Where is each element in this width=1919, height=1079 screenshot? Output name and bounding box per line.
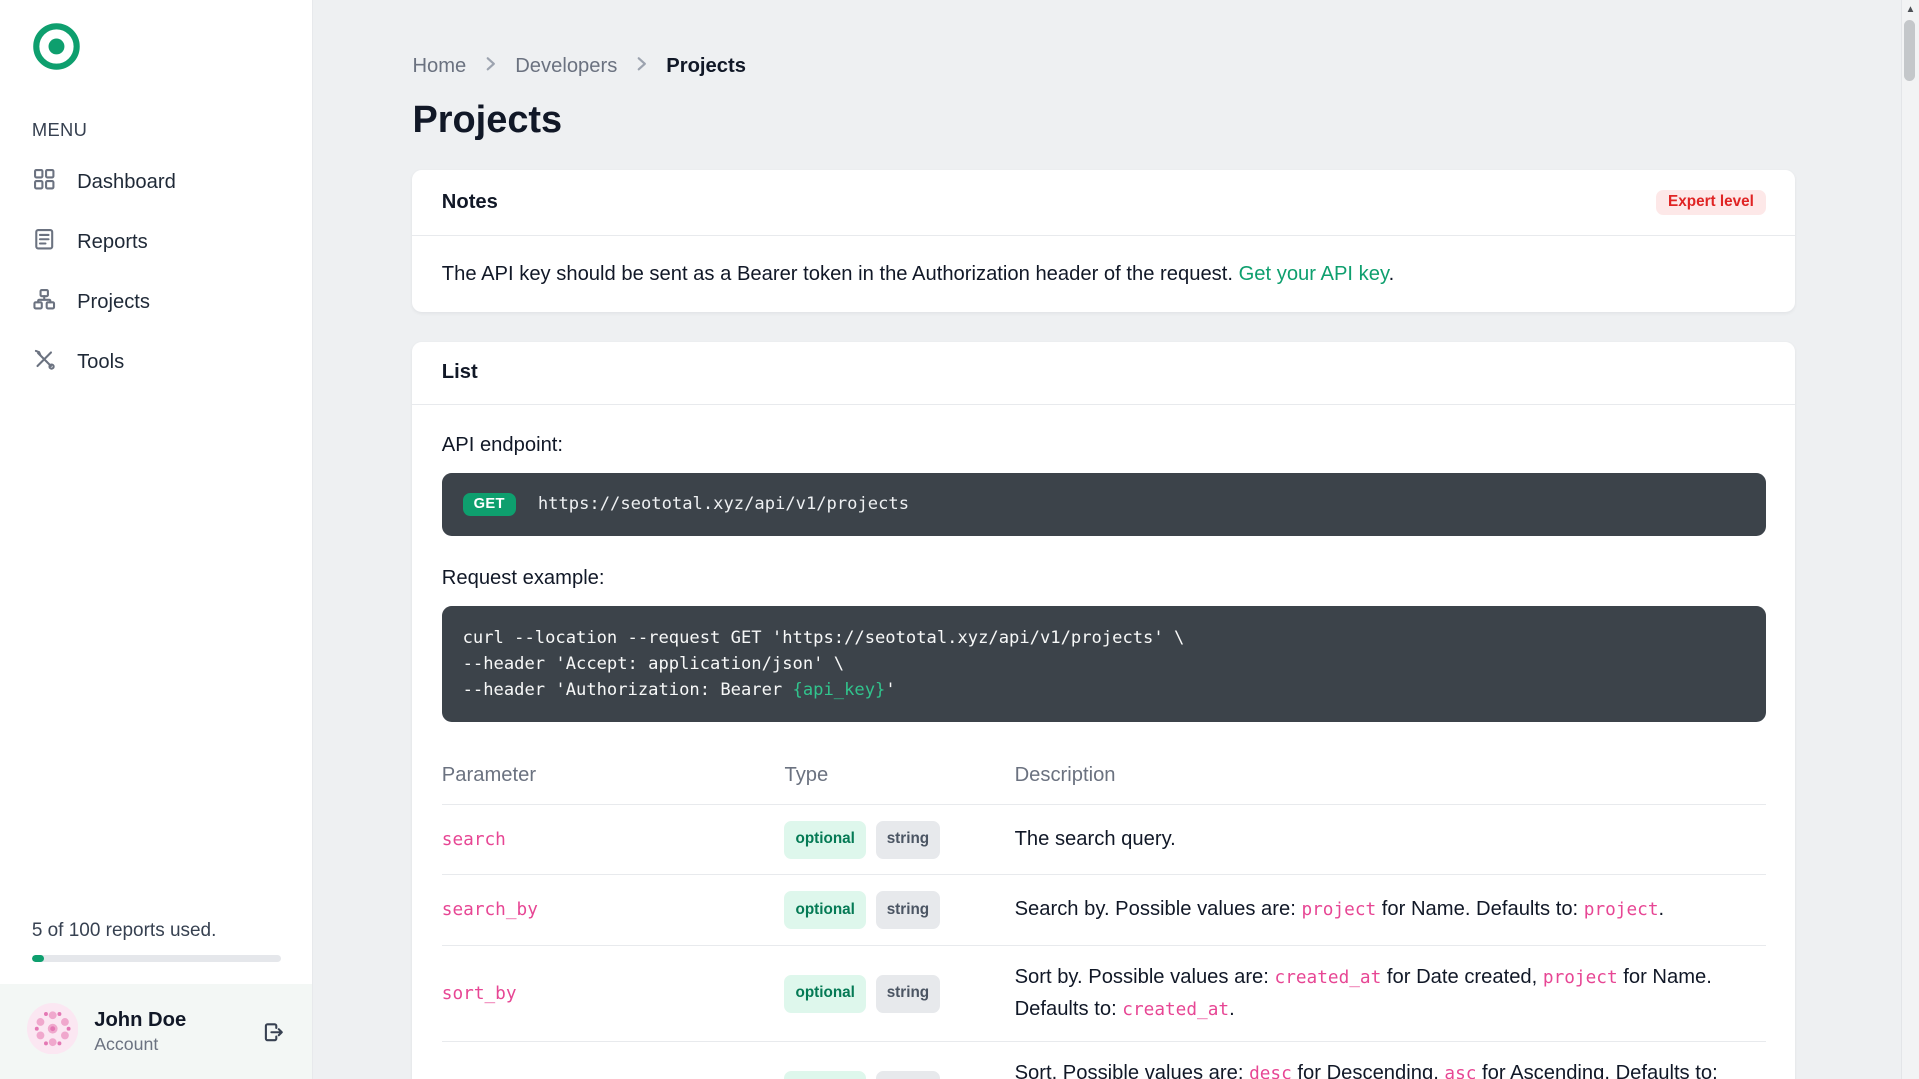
menu-label: MENU bbox=[31, 118, 88, 140]
user-name: John Doe bbox=[94, 1008, 187, 1031]
sidebar-bottom: 5 of 100 reports used. John Doe Account bbox=[0, 920, 313, 1079]
string-badge: string bbox=[875, 891, 941, 930]
sidebar-item-label: Tools bbox=[77, 350, 125, 373]
list-card: List API endpoint: GET https://seototal.… bbox=[412, 341, 1796, 1079]
get-api-key-link[interactable]: Get your API key bbox=[1239, 263, 1389, 285]
avatar bbox=[26, 1003, 79, 1060]
main-content: Home Developers Projects Projects Notes … bbox=[315, 0, 1902, 1079]
scrollbar-thumb[interactable] bbox=[1904, 19, 1916, 81]
usage-text: 5 of 100 reports used. bbox=[31, 920, 217, 942]
app-logo[interactable] bbox=[0, 0, 312, 77]
usage-progress-track bbox=[31, 954, 281, 962]
param-description: Sort. Possible values are: desc for Desc… bbox=[1014, 1041, 1767, 1079]
param-description: Search by. Possible values are: project … bbox=[1014, 874, 1767, 947]
param-row: search optional string The search query. bbox=[441, 804, 1767, 876]
notes-body: The API key should be sent as a Bearer t… bbox=[441, 262, 1395, 285]
string-badge: string bbox=[875, 820, 941, 859]
notes-card: Notes Expert level The API key should be… bbox=[412, 170, 1796, 313]
code-line: curl --location --request GET 'https://s… bbox=[462, 627, 1185, 648]
sidebar-item-reports[interactable]: Reports bbox=[0, 213, 312, 273]
list-card-title: List bbox=[441, 361, 478, 384]
page-title: Projects bbox=[412, 99, 563, 141]
param-description: The search query. bbox=[1014, 804, 1767, 876]
reports-usage: 5 of 100 reports used. bbox=[0, 920, 312, 984]
col-type: Type bbox=[784, 751, 1015, 805]
param-row: sort_by optional string Sort by. Possible v… bbox=[441, 945, 1767, 1043]
app-root: MENU Dashboard Reports Projects Tools 5 … bbox=[0, 0, 1919, 1079]
sidebar-item-projects[interactable]: Projects bbox=[0, 272, 312, 332]
string-badge: string bbox=[875, 1070, 941, 1079]
params-table: Parameter Type Description search optiona… bbox=[441, 751, 1767, 1079]
breadcrumb-home[interactable]: Home bbox=[412, 55, 466, 78]
expert-level-badge: Expert level bbox=[1655, 189, 1767, 216]
sidebar-item-tools[interactable]: Tools bbox=[0, 332, 312, 392]
sitemap-icon bbox=[32, 287, 56, 317]
endpoint-url: https://seototal.xyz/api/v1/projects bbox=[537, 494, 910, 515]
param-row: search_by optional string Search by. Possib… bbox=[441, 874, 1767, 947]
param-name: search bbox=[441, 829, 506, 850]
chevron-right-icon bbox=[632, 54, 652, 80]
param-row: sortoptionalstringSort. Possible values … bbox=[441, 1041, 1767, 1079]
user-subtitle: Account bbox=[94, 1033, 159, 1054]
sidebar-nav: Dashboard Reports Projects Tools bbox=[0, 153, 312, 392]
col-description: Description bbox=[1014, 751, 1767, 805]
breadcrumb-current: Projects bbox=[666, 55, 746, 78]
request-example-label: Request example: bbox=[441, 567, 605, 590]
code-line: --header 'Authorization: Bearer {api_key… bbox=[462, 680, 896, 701]
optional-badge: optional bbox=[784, 820, 866, 859]
params-table-body: search optional string The search query. sea… bbox=[441, 804, 1767, 1079]
sidebar-item-dashboard[interactable]: Dashboard bbox=[0, 153, 312, 213]
optional-badge: optional bbox=[784, 891, 866, 930]
endpoint-code-block: GET https://seototal.xyz/api/v1/projects bbox=[441, 473, 1767, 536]
scrollbar-up-arrow[interactable]: ▲ bbox=[1902, 4, 1919, 15]
param-name: search_by bbox=[441, 900, 538, 921]
string-badge: string bbox=[875, 974, 941, 1013]
http-method-badge: GET bbox=[462, 492, 516, 517]
breadcrumb-developers[interactable]: Developers bbox=[515, 55, 617, 78]
optional-badge: optional bbox=[784, 974, 866, 1013]
param-description: Sort by. Possible values are: created_at… bbox=[1014, 945, 1767, 1043]
optional-badge: optional bbox=[784, 1070, 866, 1079]
code-line: --header 'Accept: application/json' \ bbox=[462, 654, 845, 675]
params-table-header: Parameter Type Description bbox=[441, 751, 1767, 805]
sidebar-item-label: Dashboard bbox=[77, 171, 176, 194]
logout-icon[interactable] bbox=[261, 1020, 285, 1044]
account-card[interactable]: John Doe Account bbox=[0, 984, 313, 1079]
param-name: sort_by bbox=[441, 983, 517, 1004]
scrollbar[interactable]: ▲ bbox=[1900, 0, 1919, 1079]
col-parameter: Parameter bbox=[441, 751, 785, 805]
curl-code: curl --location --request GET 'https://s… bbox=[441, 606, 1767, 722]
breadcrumb: Home Developers Projects bbox=[412, 54, 1795, 80]
notes-text: The API key should be sent as a Bearer t… bbox=[441, 262, 1239, 285]
sidebar: MENU Dashboard Reports Projects Tools 5 … bbox=[0, 0, 314, 1079]
chevron-right-icon bbox=[481, 54, 501, 80]
sidebar-item-label: Projects bbox=[77, 290, 151, 313]
report-icon bbox=[32, 227, 56, 257]
api-endpoint-label: API endpoint: bbox=[441, 434, 564, 457]
tools-icon bbox=[32, 347, 56, 377]
grid-icon bbox=[32, 167, 56, 197]
usage-progress-fill bbox=[31, 954, 45, 962]
logo-icon bbox=[33, 23, 80, 70]
notes-card-title: Notes bbox=[441, 190, 498, 213]
sidebar-item-label: Reports bbox=[77, 231, 148, 254]
